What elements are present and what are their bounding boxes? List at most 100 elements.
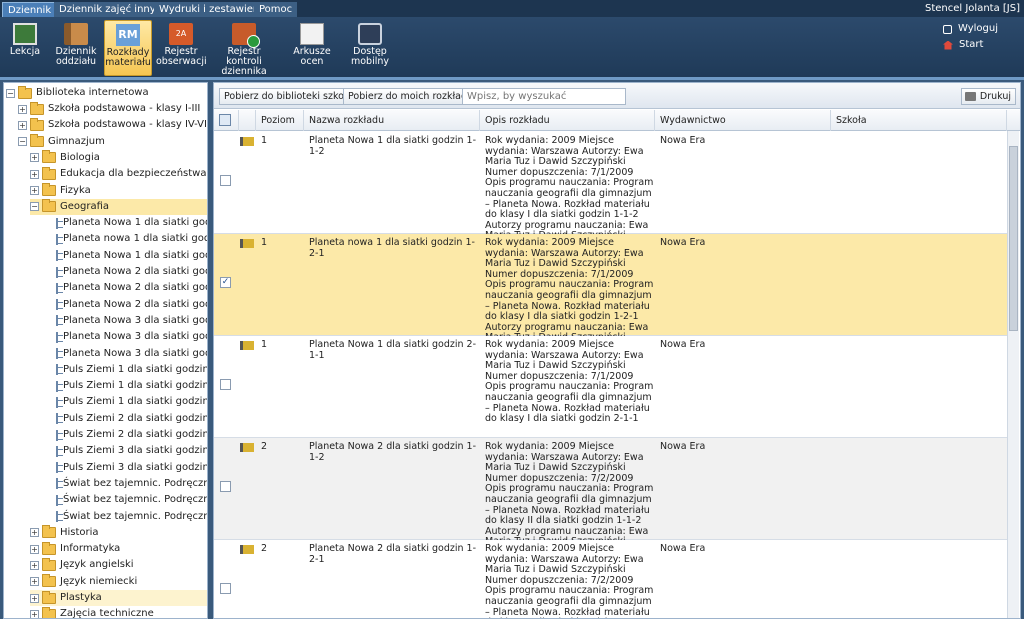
- tree-document-item[interactable]: Puls Ziemi 1 dla siatki godzin 1-2-1: [56, 378, 207, 394]
- tree-document-item[interactable]: Planeta Nowa 3 dla siatki godzin 1-: [56, 329, 207, 345]
- expand-icon[interactable]: +: [30, 560, 39, 570]
- tree-document-item[interactable]: Planeta Nowa 3 dla siatki godzin 2-: [56, 346, 207, 362]
- document-icon: [56, 462, 63, 474]
- folder-icon: [42, 590, 56, 604]
- rejestr-kontroli-button[interactable]: Rejestr kontroli dziennika: [210, 20, 278, 77]
- column-header-nazwa[interactable]: Nazwa rozkładu: [304, 110, 480, 131]
- tree-folder-item[interactable]: + Plastyka: [30, 590, 207, 606]
- collapse-icon[interactable]: −: [30, 202, 39, 212]
- tree-document-item[interactable]: Puls Ziemi 1 dla siatki godzin 1-1-2: [56, 362, 207, 378]
- expand-icon[interactable]: +: [30, 544, 39, 554]
- tree-folder-item[interactable]: + Biologia: [30, 150, 207, 166]
- tree-document-item[interactable]: Puls Ziemi 1 dla siatki godzin 2-1-1: [56, 394, 207, 410]
- start-link[interactable]: Start: [943, 37, 998, 53]
- tree-folder-item[interactable]: + Historia: [30, 525, 207, 541]
- row-checkbox[interactable]: [220, 175, 231, 186]
- tree-document-item[interactable]: Planeta Nowa 2 dla siatki godzin 2-: [56, 297, 207, 313]
- tree-folder-item[interactable]: + Szkoła podstawowa - klasy IV-VI: [18, 117, 207, 133]
- rozklady-materialu-button[interactable]: RM Rozkłady materiału: [104, 20, 152, 76]
- scrollbar-thumb[interactable]: [1009, 146, 1018, 331]
- tree-item-label: Świat bez tajemnic. Podręcznik do: [63, 477, 207, 489]
- tree-document-item[interactable]: Świat bez tajemnic. Podręcznik do: [56, 476, 207, 492]
- dziennik-oddzialu-button[interactable]: Dziennik oddziału: [50, 20, 102, 76]
- column-header-szkola[interactable]: Szkoła: [831, 110, 1007, 131]
- table-row[interactable]: 2 Planeta Nowa 2 dla siatki godzin 1-2-1 R…: [214, 540, 1007, 618]
- document-icon: [56, 217, 63, 229]
- expand-icon[interactable]: +: [18, 104, 27, 114]
- main-panel: Pobierz do biblioteki szkolnej Pobierz d…: [213, 82, 1021, 619]
- table-row[interactable]: ✓ 1 Planeta nowa 1 dla siatki godzin 1-2-1…: [214, 234, 1007, 343]
- tree-folder-item[interactable]: + Edukacja dla bezpieczeństwa: [30, 166, 207, 182]
- tree-item-label: Planeta Nowa 3 dla siatki godzin 1-: [63, 331, 207, 343]
- collapse-icon[interactable]: −: [18, 137, 27, 147]
- tree-document-item[interactable]: Planeta Nowa 1 dla siatki godzin 2-: [56, 248, 207, 264]
- tree-document-item[interactable]: Planeta Nowa 3 dla siatki godzin 1-: [56, 313, 207, 329]
- menu-tab-dziennik[interactable]: Dziennik: [2, 2, 58, 17]
- tree-document-item[interactable]: Puls Ziemi 3 dla siatki godzin 1-1-2: [56, 443, 207, 459]
- tree-folder-item[interactable]: + Język niemiecki: [30, 574, 207, 590]
- register-check-icon: [232, 23, 260, 48]
- row-checkbox[interactable]: [220, 481, 231, 492]
- tree-folder-item[interactable]: − Gimnazjum: [18, 134, 207, 150]
- tree-document-item[interactable]: Planeta Nowa 1 dla siatki godzin 1-: [56, 215, 207, 231]
- cell-level: 1: [261, 237, 268, 248]
- menu-tab-pomoc[interactable]: Pomoc: [254, 2, 298, 17]
- cell-publisher: Nowa Era: [660, 441, 706, 452]
- tree-item-label: Fizyka: [60, 184, 91, 196]
- expand-icon[interactable]: +: [30, 153, 39, 163]
- expand-icon[interactable]: +: [30, 186, 39, 195]
- column-header-opis[interactable]: Opis rozkładu: [480, 110, 655, 131]
- table-row[interactable]: 1 Planeta Nowa 1 dla siatki godzin 1-1-2 R…: [214, 132, 1007, 241]
- tree-folder-item[interactable]: + Fizyka: [30, 183, 207, 199]
- column-header-wydawnictwo[interactable]: Wydawnictwo: [655, 110, 831, 131]
- tree-document-item[interactable]: Puls Ziemi 3 dla siatki godzin 1-2-1: [56, 460, 207, 476]
- tree-folder-item[interactable]: + Język angielski: [30, 557, 207, 573]
- tree-document-item[interactable]: Planeta nowa 1 dla siatki godzin 1-: [56, 231, 207, 247]
- tree-document-item[interactable]: Świat bez tajemnic. Podręcznik do: [56, 509, 207, 525]
- tree-item-label: Zajęcia techniczne: [60, 608, 154, 619]
- cell-publisher: Nowa Era: [660, 339, 706, 350]
- expand-icon[interactable]: +: [18, 120, 27, 130]
- tree-root[interactable]: − Biblioteka internetowa: [6, 85, 149, 101]
- column-header-poziom[interactable]: Poziom: [256, 110, 304, 131]
- expand-icon[interactable]: +: [30, 593, 39, 603]
- expand-icon[interactable]: +: [30, 577, 39, 587]
- tree-document-item[interactable]: Puls Ziemi 2 dla siatki godzin 2-1-1: [56, 427, 207, 443]
- tree-document-item[interactable]: Świat bez tajemnic. Podręcznik do: [56, 492, 207, 508]
- document-icon: [56, 282, 63, 294]
- document-icon: [56, 511, 63, 522]
- lekcja-button[interactable]: Lekcja: [4, 20, 46, 76]
- tree-folder-item[interactable]: + Zajęcia techniczne: [30, 606, 207, 619]
- document-icon: [56, 331, 63, 343]
- collapse-icon[interactable]: −: [6, 88, 15, 98]
- cell-description: Rok wydania: 2009 Miejsce wydania: Warsz…: [485, 543, 654, 618]
- vertical-scrollbar[interactable]: [1007, 131, 1019, 618]
- expand-icon[interactable]: +: [30, 169, 39, 179]
- folder-icon: [30, 134, 44, 148]
- table-row[interactable]: 2 Planeta Nowa 2 dla siatki godzin 1-1-2 R…: [214, 438, 1007, 547]
- select-all-header[interactable]: [214, 110, 239, 131]
- row-checkbox[interactable]: [220, 583, 231, 594]
- logout-link[interactable]: Wyloguj: [943, 21, 998, 37]
- tree-folder-item[interactable]: − Geografia: [30, 198, 207, 215]
- tree-item-label: Plastyka: [60, 592, 102, 603]
- tree-folder-item[interactable]: + Szkoła podstawowa - klasy I-III: [18, 101, 207, 117]
- tree-document-item[interactable]: Planeta Nowa 2 dla siatki godzin 1-: [56, 280, 207, 296]
- row-checkbox[interactable]: ✓: [220, 277, 231, 288]
- tree-item-label: Szkoła podstawowa - klasy I-III: [48, 103, 201, 114]
- search-input[interactable]: [462, 88, 626, 105]
- cell-description: Rok wydania: 2009 Miejsce wydania: Warsz…: [485, 339, 654, 425]
- tree-folder-item[interactable]: + Informatyka: [30, 541, 207, 557]
- dostep-mobilny-button[interactable]: Dostęp mobilny: [346, 20, 394, 76]
- rejestr-obserwacji-button[interactable]: 2A Rejestr obserwacji: [156, 20, 207, 76]
- tree-document-item[interactable]: Planeta Nowa 2 dla siatki godzin 1-: [56, 264, 207, 280]
- print-button[interactable]: Drukuj: [960, 88, 1016, 105]
- select-all-icon[interactable]: [219, 114, 231, 126]
- expand-icon[interactable]: +: [30, 609, 39, 618]
- row-checkbox[interactable]: [220, 379, 231, 390]
- expand-icon[interactable]: +: [30, 528, 39, 538]
- tree-item-label: Planeta Nowa 2 dla siatki godzin 2-: [63, 298, 207, 310]
- table-row[interactable]: 1 Planeta Nowa 1 dla siatki godzin 2-1-1 R…: [214, 336, 1007, 438]
- arkusze-ocen-button[interactable]: Arkusze ocen: [288, 20, 336, 76]
- tree-document-item[interactable]: Puls Ziemi 2 dla siatki godzin 1-1-2: [56, 411, 207, 427]
